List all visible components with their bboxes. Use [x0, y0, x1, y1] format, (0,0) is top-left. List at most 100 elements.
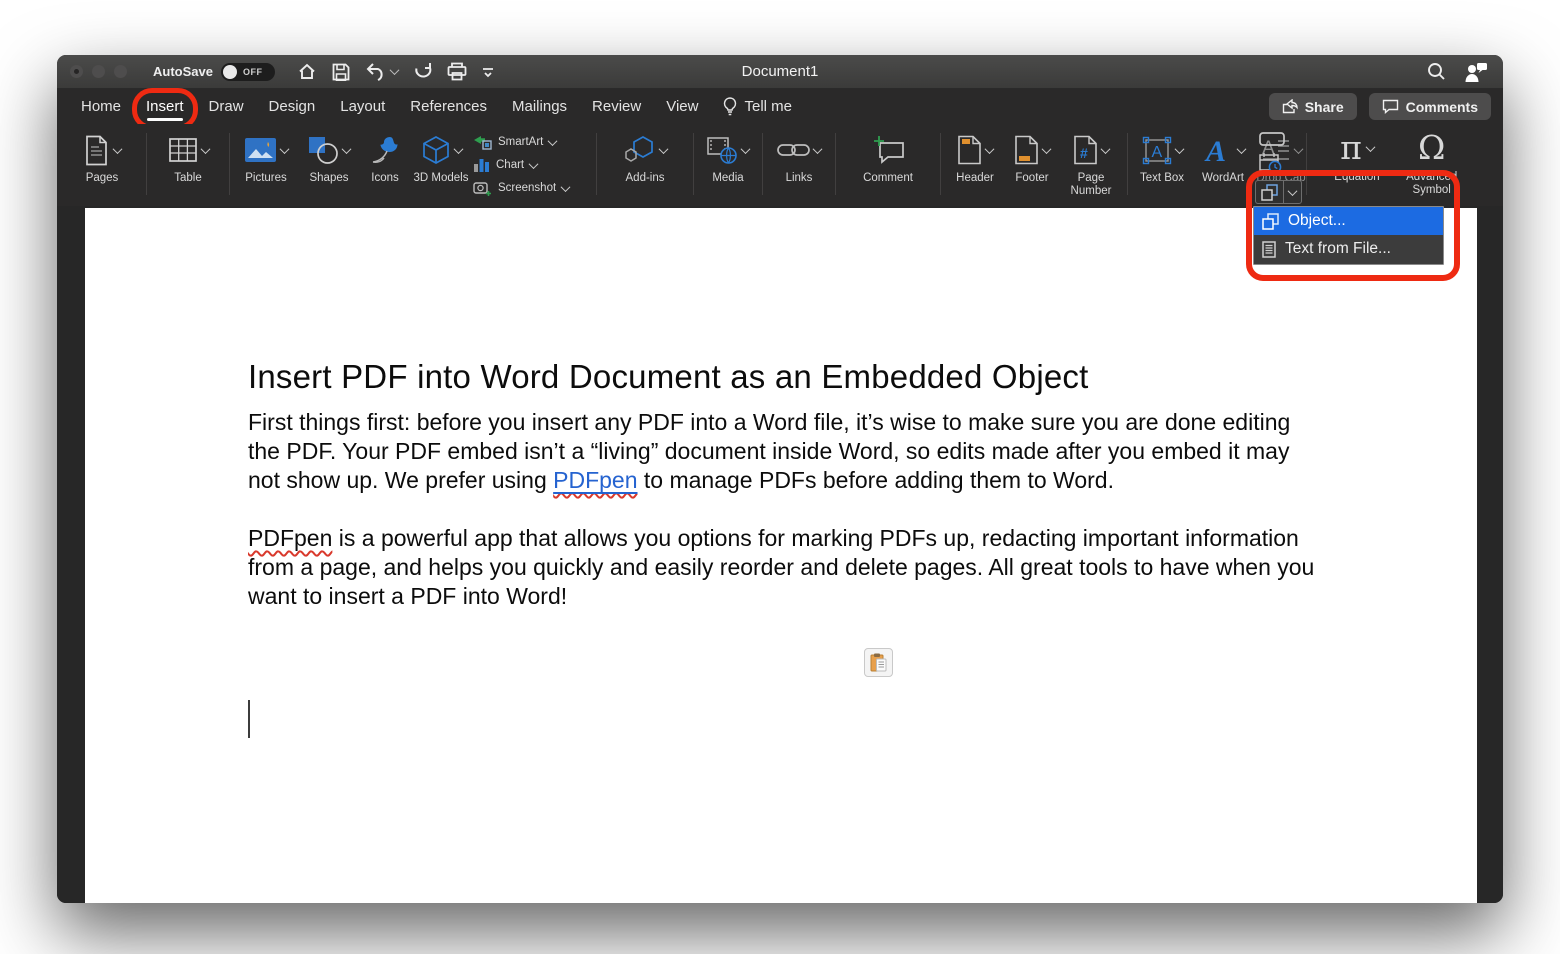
ribbon-tabs: Home Insert Draw Design Layout Reference…: [57, 89, 1503, 124]
media-button[interactable]: Media: [699, 124, 757, 185]
minimize-window-button[interactable]: [92, 65, 105, 78]
tab-view[interactable]: View: [666, 89, 698, 124]
text-box-button[interactable]: A Text Box: [1133, 124, 1191, 185]
home-icon[interactable]: [297, 62, 317, 81]
menu-item-object[interactable]: Object...: [1254, 207, 1443, 235]
duck-icon: [370, 135, 400, 165]
redo-icon[interactable]: [413, 62, 432, 81]
object-menu-chevron[interactable]: [1283, 180, 1302, 204]
tab-review[interactable]: Review: [592, 89, 641, 124]
lightbulb-icon: [723, 97, 737, 116]
3d-models-button[interactable]: 3D Models: [411, 124, 471, 185]
smartart-button[interactable]: SmartArt: [473, 132, 591, 152]
toolbar-options-icon[interactable]: [482, 66, 494, 78]
pages-icon: [83, 135, 110, 166]
desktop: AutoSave OFF: [0, 0, 1560, 954]
icons-button[interactable]: Icons: [361, 124, 409, 185]
undo-icon[interactable]: [365, 63, 398, 81]
cube-3d-icon: [421, 135, 451, 166]
smartart-icon: [473, 135, 492, 150]
autosave-label: AutoSave: [153, 64, 213, 79]
svg-text:#: #: [1080, 145, 1088, 161]
search-icon[interactable]: [1427, 62, 1446, 81]
object-menu-icon: [1262, 213, 1279, 230]
pages-button[interactable]: Pages: [63, 124, 141, 185]
tab-layout[interactable]: Layout: [340, 89, 385, 124]
pictures-button[interactable]: Pictures: [235, 124, 297, 185]
chart-button[interactable]: Chart: [473, 155, 591, 175]
header-button[interactable]: Header: [946, 124, 1004, 185]
zoom-window-button[interactable]: [114, 65, 127, 78]
undo-chevron-icon: [390, 65, 400, 75]
tab-mailings[interactable]: Mailings: [512, 89, 567, 124]
close-window-button[interactable]: [70, 65, 83, 78]
svg-text:A: A: [1151, 144, 1162, 161]
chevron-down-icon: [658, 144, 668, 154]
tab-home[interactable]: Home: [81, 89, 121, 124]
tab-references[interactable]: References: [410, 89, 487, 124]
table-button[interactable]: Table: [152, 124, 224, 185]
shapes-icon: [308, 136, 339, 165]
document-heading: Insert PDF into Word Document as an Embe…: [248, 356, 1323, 398]
tab-insert[interactable]: Insert: [146, 89, 184, 124]
date-time-button[interactable]: [1255, 150, 1302, 176]
omega-symbol-icon: Ω: [1418, 128, 1445, 168]
equation-button[interactable]: π Equation: [1334, 124, 1379, 196]
header-icon: [957, 135, 982, 165]
save-icon[interactable]: [332, 63, 350, 81]
account-icon[interactable]: [1464, 61, 1489, 83]
chevron-down-icon: [200, 144, 210, 154]
autosave-toggle-knob: [223, 65, 237, 79]
chevron-down-icon: [342, 144, 352, 154]
page-number-button[interactable]: # Page Number: [1060, 124, 1122, 197]
chevron-down-icon: [1101, 144, 1111, 154]
comment-button[interactable]: Comment: [841, 124, 935, 185]
chevron-down-icon: [1236, 144, 1246, 154]
clipboard-paste-icon: [870, 653, 887, 672]
paragraph-2: PDFpen is a powerful app that allows you…: [248, 524, 1323, 611]
chart-icon: [473, 157, 490, 173]
page-number-icon: #: [1073, 135, 1098, 165]
chevron-down-icon: [741, 144, 751, 154]
frame-button[interactable]: [1255, 129, 1302, 148]
comments-button[interactable]: Comments: [1369, 93, 1491, 120]
chevron-down-icon: [1042, 144, 1052, 154]
autosave-toggle[interactable]: OFF: [221, 63, 275, 81]
tab-draw[interactable]: Draw: [209, 89, 244, 124]
share-button[interactable]: Share: [1269, 93, 1357, 120]
print-icon[interactable]: [447, 62, 467, 81]
object-split-button[interactable]: [1255, 180, 1302, 204]
screenshot-button[interactable]: Screenshot: [473, 178, 591, 198]
word-window: AutoSave OFF: [57, 55, 1503, 903]
document-page[interactable]: Insert PDF into Word Document as an Embe…: [85, 208, 1477, 903]
chevron-down-icon: [280, 144, 290, 154]
paste-options-button[interactable]: [864, 648, 893, 677]
screenshot-icon: [473, 180, 492, 197]
tab-tell-me[interactable]: Tell me: [723, 97, 792, 116]
svg-text:A: A: [1204, 135, 1226, 165]
date-time-icon: [1259, 152, 1283, 174]
pdfpen-link[interactable]: PDFpen: [553, 467, 637, 493]
autosave-state-label: OFF: [243, 67, 263, 77]
chevron-down-icon: [548, 136, 558, 146]
links-button[interactable]: Links: [768, 124, 830, 185]
paragraph-1: First things first: before you insert an…: [248, 408, 1323, 495]
chevron-down-icon: [453, 144, 463, 154]
object-icon[interactable]: [1255, 180, 1283, 204]
menu-item-text-from-file[interactable]: Text from File...: [1254, 235, 1443, 263]
chevron-down-icon: [1174, 144, 1184, 154]
tab-design[interactable]: Design: [269, 89, 316, 124]
comment-bubble-icon: [1382, 99, 1399, 114]
footer-button[interactable]: Footer: [1006, 124, 1058, 185]
advanced-symbol-button[interactable]: Ω Advanced Symbol: [1390, 124, 1474, 196]
shapes-button[interactable]: Shapes: [299, 124, 359, 185]
add-ins-button[interactable]: Add-ins: [602, 124, 688, 185]
text-file-icon: [1262, 241, 1276, 258]
chevron-down-icon: [985, 144, 995, 154]
document-area: Insert PDF into Word Document as an Embe…: [57, 206, 1503, 903]
wordart-icon: A: [1202, 135, 1234, 165]
equation-pi-icon: π: [1340, 128, 1362, 168]
wordart-button[interactable]: A WordArt: [1193, 124, 1253, 185]
footer-icon: [1014, 135, 1039, 165]
media-icon: [707, 136, 738, 164]
